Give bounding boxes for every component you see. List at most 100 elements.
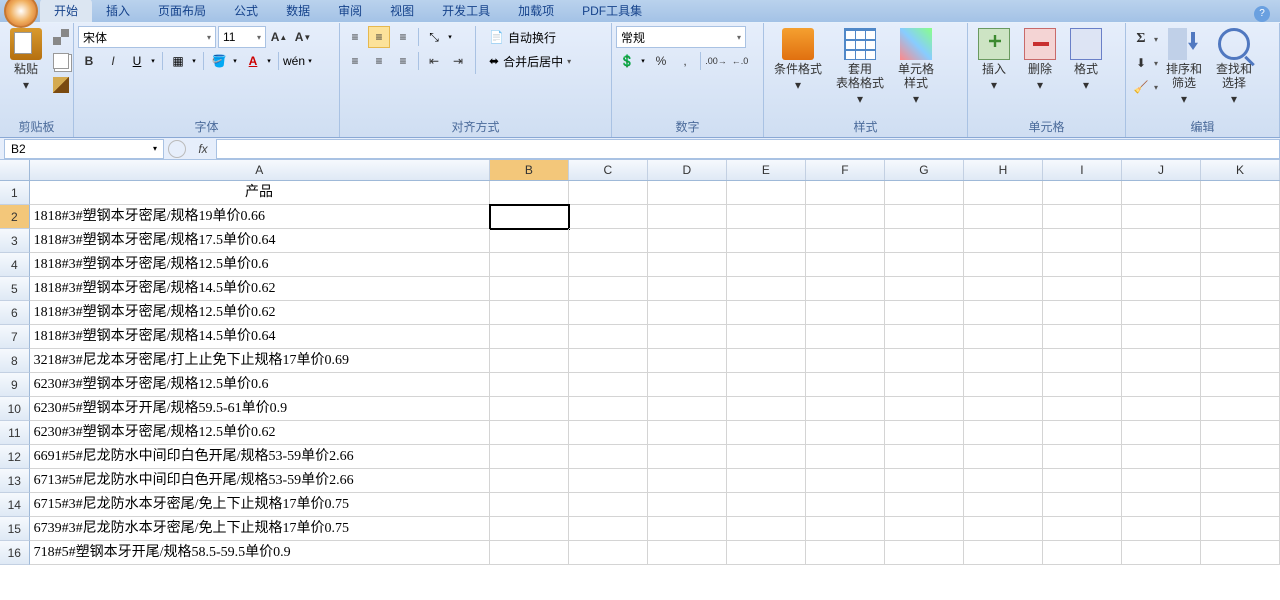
cell-A3[interactable]: 1818#3#塑钢本牙密尾/规格17.5单价0.64: [30, 229, 490, 253]
cell-G12[interactable]: [885, 445, 964, 469]
find-select-button[interactable]: 查找和 选择▾: [1210, 26, 1258, 108]
cell-I11[interactable]: [1043, 421, 1122, 445]
col-header-G[interactable]: G: [885, 160, 964, 180]
cell-B16[interactable]: [490, 541, 569, 565]
row-header[interactable]: 5: [0, 277, 30, 301]
cell-F13[interactable]: [806, 469, 885, 493]
cell-H14[interactable]: [964, 493, 1043, 517]
cell-A13[interactable]: 6713#5#尼龙防水中间印白色开尾/规格53-59单价2.66: [30, 469, 490, 493]
cell-A10[interactable]: 6230#5#塑钢本牙开尾/规格59.5-61单价0.9: [30, 397, 490, 421]
fill-button[interactable]: ⬇: [1130, 52, 1152, 74]
underline-button[interactable]: U▾: [126, 50, 158, 72]
row-header[interactable]: 1: [0, 181, 30, 205]
align-middle-button[interactable]: ≡: [368, 26, 390, 48]
cell-H13[interactable]: [964, 469, 1043, 493]
cell-F16[interactable]: [806, 541, 885, 565]
cell-B7[interactable]: [490, 325, 569, 349]
cell-D8[interactable]: [648, 349, 727, 373]
formula-input[interactable]: [216, 139, 1280, 159]
cell-I5[interactable]: [1043, 277, 1122, 301]
cell-I14[interactable]: [1043, 493, 1122, 517]
cell-J1[interactable]: [1122, 181, 1201, 205]
cell-B8[interactable]: [490, 349, 569, 373]
cell-A9[interactable]: 6230#3#塑钢本牙密尾/规格12.5单价0.6: [30, 373, 490, 397]
col-header-B[interactable]: B: [490, 160, 569, 180]
comma-button[interactable]: ,: [674, 50, 696, 72]
cell-B9[interactable]: [490, 373, 569, 397]
col-header-C[interactable]: C: [569, 160, 648, 180]
row-header[interactable]: 9: [0, 373, 30, 397]
cell-K8[interactable]: [1201, 349, 1280, 373]
cell-F2[interactable]: [806, 205, 885, 229]
cell-styles-button[interactable]: 单元格 样式▾: [892, 26, 940, 108]
cell-I10[interactable]: [1043, 397, 1122, 421]
cell-E14[interactable]: [727, 493, 806, 517]
cell-D15[interactable]: [648, 517, 727, 541]
cell-J4[interactable]: [1122, 253, 1201, 277]
orientation-button[interactable]: ⤡▾: [423, 26, 455, 48]
tab-数据[interactable]: 数据: [272, 0, 324, 22]
cell-A14[interactable]: 6715#3#尼龙防水本牙密尾/免上下止规格17单价0.75: [30, 493, 490, 517]
col-header-A[interactable]: A: [30, 160, 490, 180]
cell-B2[interactable]: [490, 205, 569, 229]
cell-G5[interactable]: [885, 277, 964, 301]
increase-decimal-button[interactable]: .00→: [705, 50, 727, 72]
cell-H12[interactable]: [964, 445, 1043, 469]
tab-页面布局[interactable]: 页面布局: [144, 0, 220, 22]
col-header-H[interactable]: H: [964, 160, 1043, 180]
cell-G13[interactable]: [885, 469, 964, 493]
align-right-button[interactable]: ≡: [392, 50, 414, 72]
cell-D5[interactable]: [648, 277, 727, 301]
cut-button[interactable]: [50, 26, 72, 48]
cell-G16[interactable]: [885, 541, 964, 565]
cell-E7[interactable]: [727, 325, 806, 349]
format-cells-button[interactable]: 格式▾: [1064, 26, 1108, 94]
cell-E11[interactable]: [727, 421, 806, 445]
shrink-font-button[interactable]: A▼: [292, 26, 314, 48]
cell-B10[interactable]: [490, 397, 569, 421]
cell-C4[interactable]: [569, 253, 648, 277]
cell-K5[interactable]: [1201, 277, 1280, 301]
cell-G4[interactable]: [885, 253, 964, 277]
cell-F1[interactable]: [806, 181, 885, 205]
cell-D10[interactable]: [648, 397, 727, 421]
cell-E9[interactable]: [727, 373, 806, 397]
align-bottom-button[interactable]: ≡: [392, 26, 414, 48]
delete-cells-button[interactable]: 删除▾: [1018, 26, 1062, 94]
cell-G7[interactable]: [885, 325, 964, 349]
cell-D13[interactable]: [648, 469, 727, 493]
cell-I16[interactable]: [1043, 541, 1122, 565]
cell-K9[interactable]: [1201, 373, 1280, 397]
decrease-indent-button[interactable]: ⇤: [423, 50, 445, 72]
cell-K6[interactable]: [1201, 301, 1280, 325]
cell-D11[interactable]: [648, 421, 727, 445]
cell-C2[interactable]: [569, 205, 648, 229]
cell-C10[interactable]: [569, 397, 648, 421]
cell-B6[interactable]: [490, 301, 569, 325]
align-center-button[interactable]: ≡: [368, 50, 390, 72]
tab-审阅[interactable]: 审阅: [324, 0, 376, 22]
cell-H4[interactable]: [964, 253, 1043, 277]
cell-J15[interactable]: [1122, 517, 1201, 541]
cell-K13[interactable]: [1201, 469, 1280, 493]
cell-J14[interactable]: [1122, 493, 1201, 517]
cell-H3[interactable]: [964, 229, 1043, 253]
fx-expand-icon[interactable]: [168, 140, 186, 158]
cell-J11[interactable]: [1122, 421, 1201, 445]
row-header[interactable]: 6: [0, 301, 30, 325]
cell-J8[interactable]: [1122, 349, 1201, 373]
cell-B5[interactable]: [490, 277, 569, 301]
cell-J16[interactable]: [1122, 541, 1201, 565]
cell-A11[interactable]: 6230#3#塑钢本牙密尾/规格12.5单价0.62: [30, 421, 490, 445]
cell-B11[interactable]: [490, 421, 569, 445]
row-header[interactable]: 11: [0, 421, 30, 445]
cell-F4[interactable]: [806, 253, 885, 277]
number-format-select[interactable]: 常规▾: [616, 26, 746, 48]
cell-K1[interactable]: [1201, 181, 1280, 205]
cell-J13[interactable]: [1122, 469, 1201, 493]
cell-K11[interactable]: [1201, 421, 1280, 445]
col-header-E[interactable]: E: [727, 160, 806, 180]
conditional-formatting-button[interactable]: 条件格式▾: [768, 26, 828, 94]
cell-F7[interactable]: [806, 325, 885, 349]
accounting-format-button[interactable]: 💲▾: [616, 50, 648, 72]
